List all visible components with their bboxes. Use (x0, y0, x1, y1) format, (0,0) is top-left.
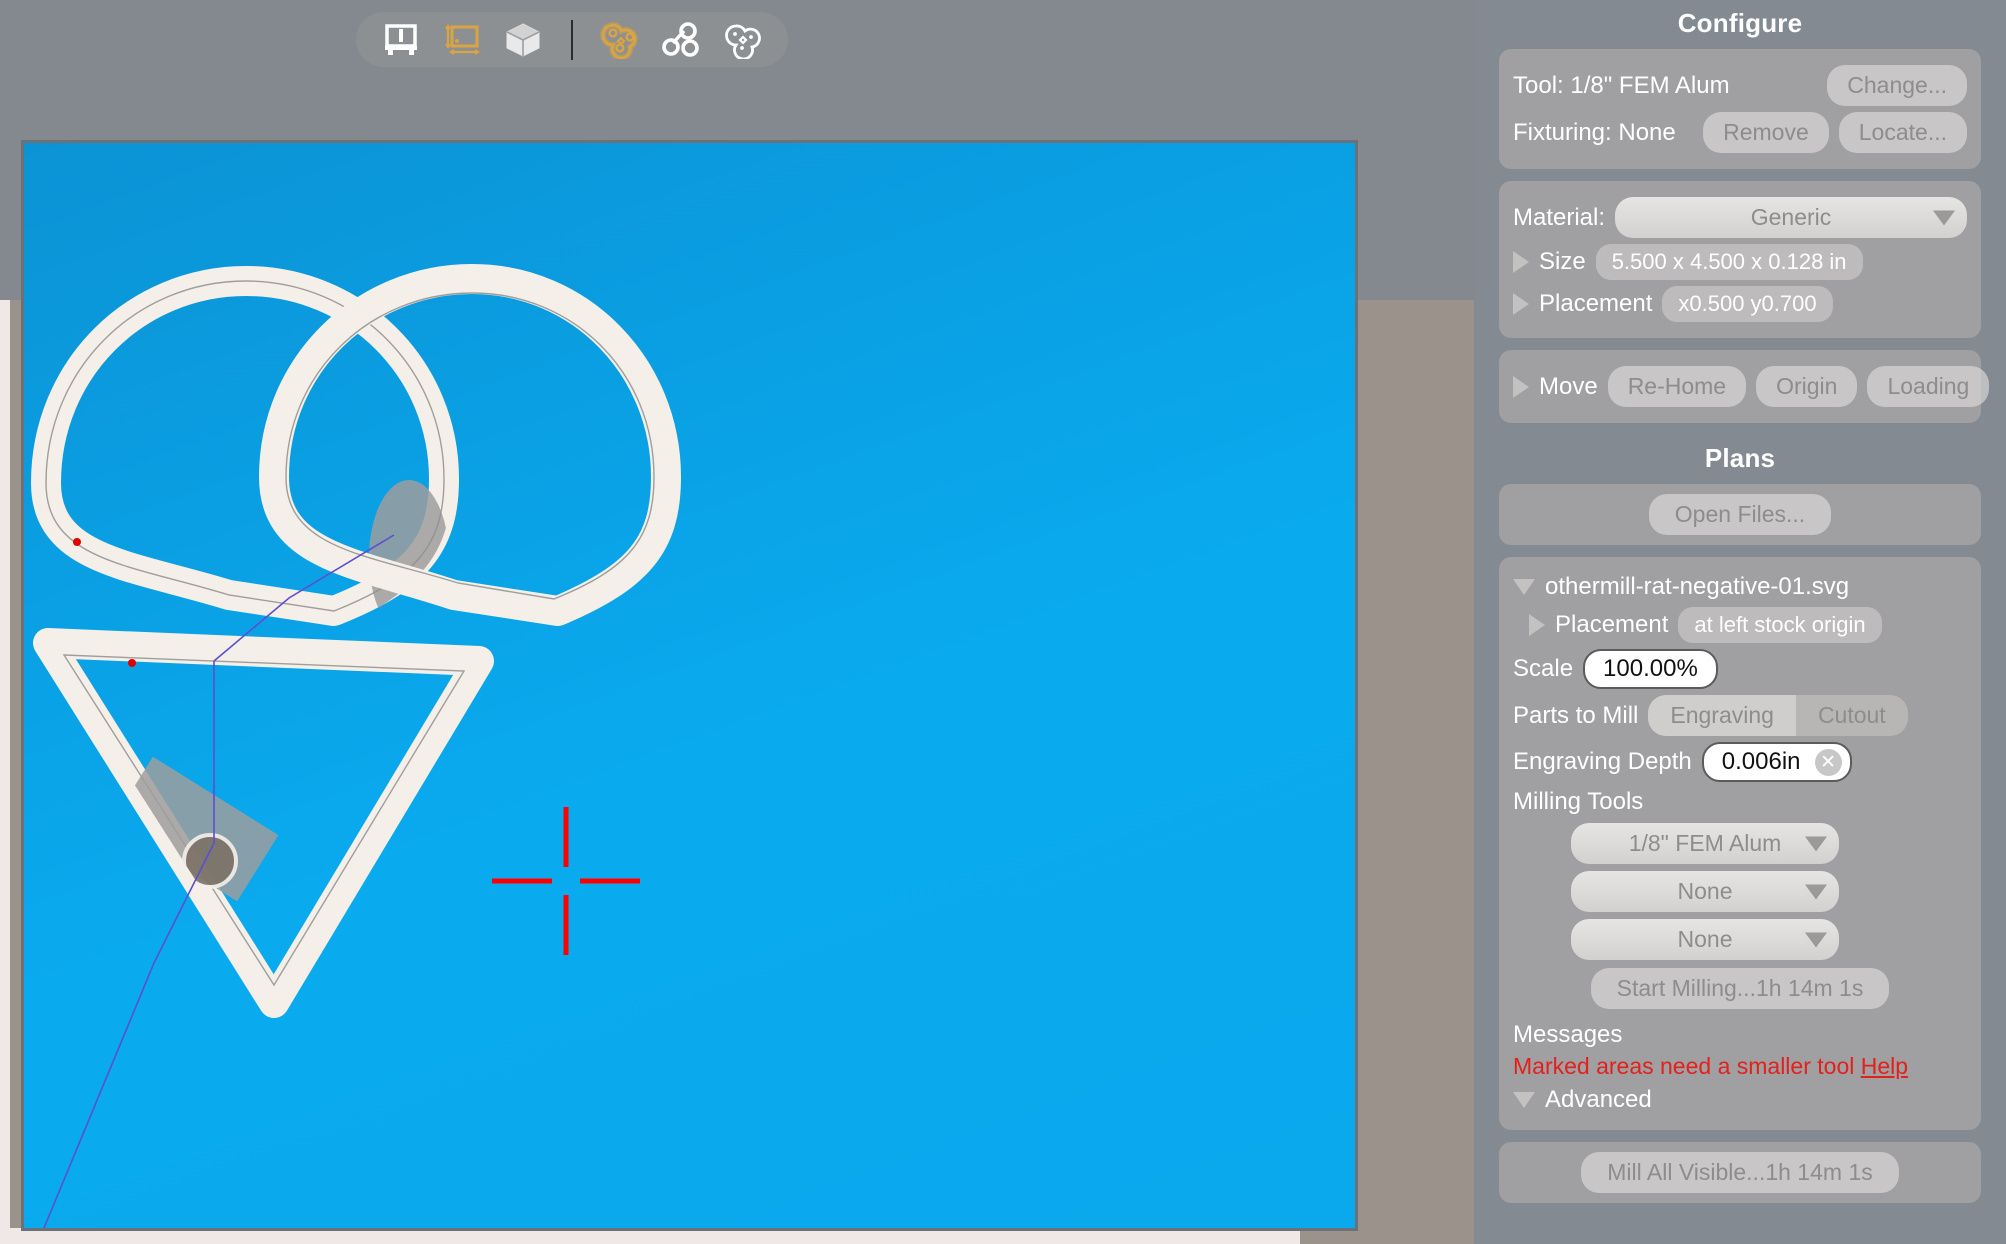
size-label: Size (1539, 248, 1586, 275)
plan-details-card: othermill-rat-negative-01.svg Placement … (1499, 557, 1981, 1130)
size-value[interactable]: 5.500 x 4.500 x 0.128 in (1595, 244, 1863, 280)
size-row: Size 5.500 x 4.500 x 0.128 in (1513, 244, 1967, 280)
origin-button[interactable]: Origin (1756, 366, 1858, 407)
parts-cutout-option[interactable]: Cutout (1795, 695, 1908, 736)
start-milling-button[interactable]: Start Milling...1h 14m 1s (1590, 968, 1890, 1009)
dimensions-view-icon[interactable] (439, 18, 484, 62)
mill-all-card: Mill All Visible...1h 14m 1s (1499, 1142, 1981, 1203)
plan-file-row: othermill-rat-negative-01.svg (1513, 573, 1967, 601)
expand-move-icon[interactable] (1513, 375, 1529, 398)
clear-icon[interactable]: ✕ (1814, 748, 1842, 776)
material-label: Material: (1513, 203, 1606, 231)
change-tool-button[interactable]: Change... (1827, 65, 1967, 106)
expand-placement-icon[interactable] (1513, 293, 1529, 315)
machine-view-icon[interactable] (378, 18, 423, 62)
chevron-down-icon (1805, 836, 1827, 851)
message-help-link[interactable]: Help (1861, 1053, 1908, 1079)
parts-to-mill-toggle: Engraving Cutout (1648, 695, 1908, 736)
toolpath-outline-icon[interactable] (660, 18, 705, 62)
move-row: Move Re-Home Origin Loading (1513, 366, 1990, 407)
locate-fixturing-button[interactable]: Locate... (1838, 112, 1967, 153)
chevron-down-icon (1805, 884, 1827, 899)
mill-all-visible-button[interactable]: Mill All Visible...1h 14m 1s (1581, 1152, 1899, 1193)
tool-fixturing-card: Tool: 1/8" FEM Alum Change... Fixturing:… (1499, 49, 1981, 169)
scale-row: Scale 100.00% (1513, 649, 1967, 689)
stock-placement-label: Placement (1539, 290, 1653, 317)
material-row: Material: Generic (1513, 197, 1967, 238)
re-home-button[interactable]: Re-Home (1607, 366, 1747, 407)
message-row: Marked areas need a smaller tool Help (1513, 1053, 1967, 1080)
parts-to-mill-row: Parts to Mill Engraving Cutout (1513, 695, 1967, 736)
material-select-value: Generic (1750, 204, 1832, 230)
open-files-card: Open Files... (1499, 484, 1981, 545)
stock-placement-row: Placement x0.500 y0.700 (1513, 286, 1967, 322)
milling-tool-2-value: None (1677, 878, 1733, 904)
collapse-advanced-icon[interactable] (1513, 1092, 1535, 1108)
milling-tools-row: Milling Tools (1513, 788, 1967, 816)
toolpath-filled-icon[interactable] (599, 18, 644, 62)
configure-title: Configure (1677, 8, 1803, 38)
material-select[interactable]: Generic (1615, 197, 1967, 238)
toolpath-cloud-icon[interactable] (721, 18, 766, 62)
engraving-depth-input[interactable]: 0.006in ✕ (1701, 742, 1852, 782)
messages-label: Messages (1513, 1021, 1623, 1048)
tool-row: Tool: 1/8" FEM Alum Change... (1513, 65, 1967, 106)
stock-placement-value[interactable]: x0.500 y0.700 (1662, 286, 1833, 322)
plan-file-name: othermill-rat-negative-01.svg (1545, 573, 1850, 600)
parts-to-mill-label: Parts to Mill (1513, 701, 1639, 729)
message-text: Marked areas need a smaller tool (1513, 1053, 1855, 1079)
scale-label: Scale (1513, 655, 1574, 682)
tool-label: Tool: 1/8" FEM Alum (1513, 71, 1730, 99)
plans-title: Plans (1704, 443, 1776, 473)
expand-plan-placement-icon[interactable] (1529, 614, 1545, 636)
move-label: Move (1539, 372, 1598, 400)
milling-tools-label: Milling Tools (1513, 788, 1644, 815)
chevron-down-icon (1933, 210, 1955, 225)
advanced-label: Advanced (1545, 1086, 1652, 1113)
collapse-plan-icon[interactable] (1513, 579, 1535, 595)
remove-fixturing-button[interactable]: Remove (1703, 112, 1829, 153)
expand-size-icon[interactable] (1513, 251, 1529, 273)
engraving-depth-value: 0.006in (1721, 748, 1801, 775)
scale-input[interactable]: 100.00% (1583, 649, 1718, 689)
move-card: Move Re-Home Origin Loading (1499, 350, 1990, 423)
advanced-row: Advanced (1513, 1086, 1967, 1114)
tool-crosshair (492, 807, 640, 955)
plan-placement-row: Placement at left stock origin (1529, 607, 1967, 643)
plan-placement-value[interactable]: at left stock origin (1678, 607, 1882, 643)
milling-tool-3-select[interactable]: None (1571, 919, 1839, 960)
fixturing-row: Fixturing: None Remove Locate... (1513, 112, 1967, 153)
plan-placement-label: Placement (1555, 611, 1669, 638)
milling-tool-3-value: None (1677, 926, 1733, 952)
three-d-view-icon[interactable] (500, 18, 545, 62)
toolbar-divider (571, 19, 573, 60)
toolpath-render (31, 264, 681, 1228)
engraving-depth-label: Engraving Depth (1513, 748, 1692, 775)
loading-button[interactable]: Loading (1867, 366, 1990, 407)
milling-tool-2-select[interactable]: None (1571, 871, 1839, 912)
material-card: Material: Generic Size 5.500 x 4.500 x 0… (1499, 181, 1981, 338)
viewport-canvas[interactable] (21, 140, 1358, 1231)
milling-tool-1-select[interactable]: 1/8" FEM Alum (1571, 823, 1839, 864)
left-edge-strip (0, 300, 10, 1244)
parts-engraving-option[interactable]: Engraving (1648, 695, 1796, 736)
open-files-button[interactable]: Open Files... (1648, 494, 1832, 535)
milling-tool-1-value: 1/8" FEM Alum (1628, 830, 1782, 856)
view-toolbar (356, 12, 788, 67)
chevron-down-icon (1805, 932, 1827, 947)
right-sidebar: Configure Tool: 1/8" FEM Alum Change... … (1474, 0, 2006, 1244)
fixturing-label: Fixturing: None (1513, 118, 1676, 146)
engraving-depth-row: Engraving Depth 0.006in ✕ (1513, 742, 1967, 782)
